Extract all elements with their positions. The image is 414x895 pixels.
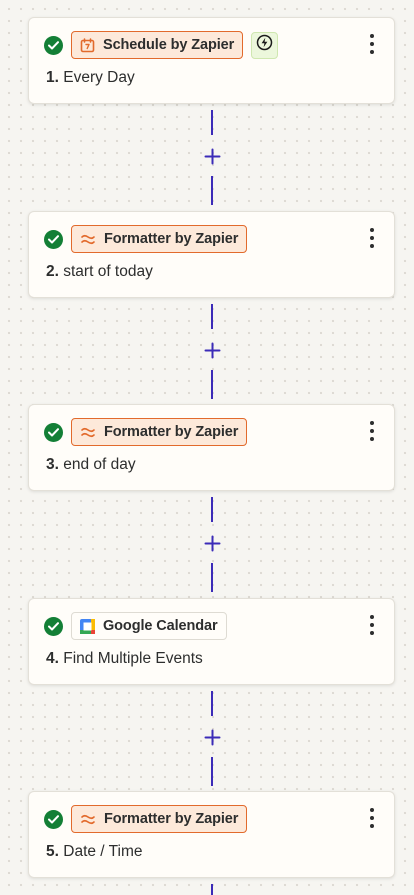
step-title: 3. end of day xyxy=(46,456,136,474)
add-step-button[interactable] xyxy=(199,724,225,750)
app-badge-schedule[interactable]: Schedule by Zapier xyxy=(71,31,244,59)
check-icon xyxy=(44,422,63,442)
connector-line xyxy=(211,757,213,786)
step-header: Formatter by Zapier xyxy=(44,805,248,833)
step-card-2[interactable]: Formatter by Zapier 2. start of today xyxy=(28,211,395,298)
add-step-button[interactable] xyxy=(199,337,225,363)
step-header: Schedule by Zapier xyxy=(44,31,279,59)
step-title: 4. Find Multiple Events xyxy=(46,650,203,668)
connector-line xyxy=(211,884,213,895)
check-icon xyxy=(44,35,63,55)
step-menu-button[interactable] xyxy=(366,615,378,635)
step-menu-button[interactable] xyxy=(366,808,378,828)
google-calendar-icon xyxy=(80,618,95,634)
formatter-icon xyxy=(80,232,96,246)
plus-icon xyxy=(204,535,220,551)
connector-line xyxy=(211,176,213,205)
step-name: Find Multiple Events xyxy=(63,650,203,667)
plus-icon xyxy=(204,342,220,358)
step-header: Formatter by Zapier xyxy=(44,418,248,446)
step-card-1[interactable]: Schedule by Zapier 1. Every Day xyxy=(28,17,395,104)
connector-line xyxy=(211,691,213,716)
step-header: Google Calendar xyxy=(44,612,227,640)
connector-line xyxy=(211,304,213,329)
app-badge-formatter[interactable]: Formatter by Zapier xyxy=(71,418,248,446)
add-step-button[interactable] xyxy=(199,530,225,556)
app-name: Formatter by Zapier xyxy=(104,811,239,827)
trigger-badge[interactable] xyxy=(251,31,279,59)
step-name: end of day xyxy=(63,456,136,473)
app-badge-google-calendar[interactable]: Google Calendar xyxy=(71,612,227,640)
step-number: 5. xyxy=(46,843,59,860)
add-step-button[interactable] xyxy=(199,143,225,169)
connector-line xyxy=(211,497,213,522)
check-icon xyxy=(44,229,63,249)
step-number: 2. xyxy=(46,263,59,280)
step-number: 3. xyxy=(46,456,59,473)
connector-line xyxy=(211,370,213,399)
zap-editor-canvas: Schedule by Zapier 1. Every Day Formatte… xyxy=(0,0,414,895)
step-name: start of today xyxy=(63,263,153,280)
connector-line xyxy=(211,563,213,592)
app-name: Formatter by Zapier xyxy=(104,424,239,440)
step-menu-button[interactable] xyxy=(366,421,378,441)
step-header: Formatter by Zapier xyxy=(44,225,248,253)
step-number: 1. xyxy=(46,69,59,86)
step-card-3[interactable]: Formatter by Zapier 3. end of day xyxy=(28,404,395,491)
app-badge-formatter[interactable]: Formatter by Zapier xyxy=(71,805,248,833)
step-menu-button[interactable] xyxy=(366,228,378,248)
connector-line xyxy=(211,110,213,135)
step-title: 2. start of today xyxy=(46,263,153,281)
step-card-5[interactable]: Formatter by Zapier 5. Date / Time xyxy=(28,791,395,878)
formatter-icon xyxy=(80,812,96,826)
step-menu-button[interactable] xyxy=(366,34,378,54)
plus-icon xyxy=(204,148,220,164)
step-title: 5. Date / Time xyxy=(46,843,143,861)
step-name: Date / Time xyxy=(63,843,143,860)
step-title: 1. Every Day xyxy=(46,69,135,87)
app-badge-formatter[interactable]: Formatter by Zapier xyxy=(71,225,248,253)
step-card-4[interactable]: Google Calendar 4. Find Multiple Events xyxy=(28,598,395,685)
app-name: Google Calendar xyxy=(103,618,218,634)
step-number: 4. xyxy=(46,650,59,667)
formatter-icon xyxy=(80,425,96,439)
check-icon xyxy=(44,616,63,636)
check-icon xyxy=(44,809,63,829)
calendar-icon xyxy=(80,37,95,53)
app-name: Schedule by Zapier xyxy=(103,37,235,53)
plus-icon xyxy=(204,729,220,745)
app-name: Formatter by Zapier xyxy=(104,231,239,247)
step-name: Every Day xyxy=(63,69,135,86)
lightning-icon xyxy=(256,34,273,56)
